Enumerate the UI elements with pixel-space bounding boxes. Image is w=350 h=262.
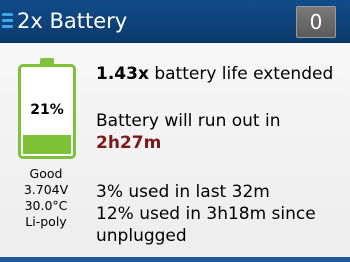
used-recent: 3% used in last 32m	[96, 182, 270, 202]
battery-voltage: 3.704V	[23, 182, 69, 197]
count-badge[interactable]: 0	[296, 6, 336, 38]
menu-icon[interactable]	[2, 13, 13, 29]
battery-status: Good	[29, 166, 63, 181]
app-header: 2x Battery 0	[0, 0, 350, 43]
battery-temperature: 30.0°C	[24, 198, 68, 213]
battery-fill	[23, 135, 71, 154]
used-since: 12% used in 3h18m since	[96, 204, 316, 224]
life-extended: 1.43x battery life extended	[96, 64, 333, 85]
battery-icon: 21%	[0, 43, 92, 173]
used-since-unplugged: unplugged	[96, 226, 187, 246]
battery-type: Li-poly	[25, 214, 67, 229]
bottom-strip	[0, 257, 350, 262]
app-title: 2x Battery	[17, 9, 128, 33]
battery-percent: 21%	[30, 102, 64, 118]
extended-value: 1.43x	[96, 64, 149, 84]
extended-text: battery life extended	[148, 64, 334, 84]
runout-label: Battery will run out in	[96, 111, 281, 131]
battery-body: 21%	[18, 64, 76, 159]
runout-time: 2h27m	[96, 133, 162, 153]
